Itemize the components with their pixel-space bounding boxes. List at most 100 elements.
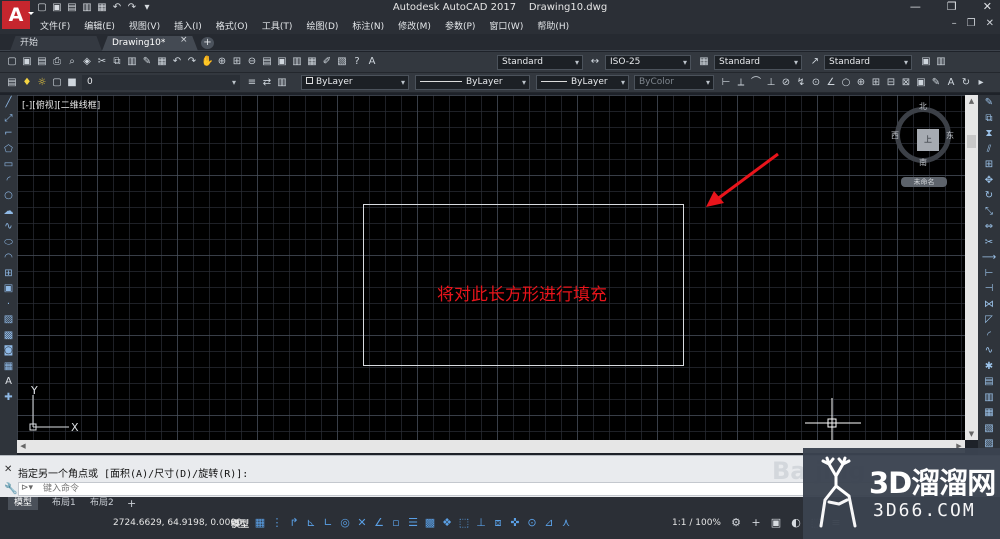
- wcs-menu-button[interactable]: 未命名: [901, 177, 947, 187]
- aligned-dim-icon[interactable]: ⟂: [735, 77, 747, 89]
- calculator-icon[interactable]: ▧: [336, 56, 348, 68]
- pan-icon[interactable]: ✋: [201, 56, 213, 68]
- dynamic-input-icon[interactable]: ⊾: [305, 516, 317, 530]
- layer-state-icon[interactable]: ▥: [276, 77, 288, 89]
- linetype-dropdown[interactable]: ByLayer ▾: [415, 75, 530, 90]
- 3d-osnap-icon[interactable]: ⬚: [458, 516, 470, 530]
- compass-south[interactable]: 南: [919, 157, 927, 168]
- edit-hatch-icon[interactable]: ▧: [978, 421, 1000, 437]
- text-style-icon[interactable]: A: [366, 56, 378, 68]
- new-icon[interactable]: ▢: [6, 56, 18, 68]
- lineweight-icon[interactable]: ☰: [407, 516, 419, 530]
- menu-format[interactable]: 格式(O): [216, 19, 248, 32]
- erase-icon[interactable]: ✎: [978, 95, 1000, 111]
- vertical-scroll-thumb[interactable]: [967, 135, 976, 148]
- annotation-scale-icon[interactable]: ⋏: [560, 516, 572, 530]
- paste-icon[interactable]: ▥: [126, 56, 138, 68]
- multiline-text-icon[interactable]: A: [0, 374, 17, 390]
- explode-icon[interactable]: ✱: [978, 359, 1000, 375]
- table-icon[interactable]: ▦: [0, 359, 17, 375]
- zoom-window-icon[interactable]: ⊞: [231, 56, 243, 68]
- isolate-icon[interactable]: ◐: [790, 516, 802, 530]
- tolerance-icon[interactable]: ▣: [915, 77, 927, 89]
- extend-icon[interactable]: ⟶: [978, 250, 1000, 266]
- menu-window[interactable]: 窗口(W): [489, 19, 523, 32]
- tab-model[interactable]: 模型: [8, 497, 39, 510]
- markup-icon[interactable]: ✐: [321, 56, 333, 68]
- move-icon[interactable]: ✥: [978, 173, 1000, 189]
- menu-edit[interactable]: 编辑(E): [84, 19, 115, 32]
- grid-icon[interactable]: ▦: [254, 516, 266, 530]
- lineweight-dropdown[interactable]: ByLayer ▾: [536, 75, 629, 90]
- blend-icon[interactable]: ∿: [978, 343, 1000, 359]
- offset-icon[interactable]: ⫽: [978, 142, 1000, 158]
- match-properties-icon[interactable]: ✎: [141, 56, 153, 68]
- ordinate-icon[interactable]: ⊥: [765, 77, 777, 89]
- tab-start[interactable]: 开始: [10, 36, 102, 51]
- menu-modify[interactable]: 修改(M): [398, 19, 431, 32]
- jogged-icon[interactable]: ↯: [795, 77, 807, 89]
- viewcube[interactable]: 上: [895, 107, 951, 163]
- circle-icon[interactable]: ○: [0, 188, 17, 204]
- lightbulb-icon[interactable]: ♦: [21, 77, 33, 89]
- undo-icon[interactable]: ↶: [171, 56, 183, 68]
- tool-palettes-icon[interactable]: ▥: [291, 56, 303, 68]
- break-at-point-icon[interactable]: ⊢: [978, 266, 1000, 282]
- plot-style-dropdown[interactable]: ByColor ▾: [634, 75, 714, 90]
- scale-icon[interactable]: ⤡: [978, 204, 1000, 220]
- vertical-scrollbar[interactable]: ▲ ▼: [965, 95, 978, 440]
- trim-icon[interactable]: ✂: [978, 235, 1000, 251]
- add-layout-button[interactable]: +: [127, 497, 136, 510]
- plot-icon[interactable]: ⎙: [51, 56, 63, 68]
- viewport-controls[interactable]: [-][俯视][二维线框]: [22, 98, 100, 111]
- zoom-previous-icon[interactable]: ⊖: [246, 56, 258, 68]
- insert-block-icon[interactable]: ⊞: [0, 266, 17, 282]
- gizmo-icon[interactable]: ✜: [509, 516, 521, 530]
- doc-minimize-icon[interactable]: –: [952, 18, 957, 29]
- dim-update-icon[interactable]: ↻: [960, 77, 972, 89]
- array-icon[interactable]: ⊞: [978, 157, 1000, 173]
- edit-spline-icon[interactable]: ▦: [978, 405, 1000, 421]
- line-icon[interactable]: ╱: [0, 95, 17, 111]
- menu-tools[interactable]: 工具(T): [262, 19, 293, 32]
- infer-constraints-icon[interactable]: ↱: [288, 516, 300, 530]
- doc-restore-icon[interactable]: ❐: [967, 18, 976, 29]
- copy-icon[interactable]: ⧉: [111, 56, 123, 68]
- radius-icon[interactable]: ⊘: [780, 77, 792, 89]
- arc-icon[interactable]: ◜: [0, 173, 17, 189]
- model-space-button[interactable]: 模型: [231, 517, 249, 530]
- region-icon[interactable]: ◙: [0, 343, 17, 359]
- redo-icon[interactable]: ↷: [186, 56, 198, 68]
- design-center-icon[interactable]: ▣: [276, 56, 288, 68]
- zoom-realtime-icon[interactable]: ⊕: [216, 56, 228, 68]
- workspace-gear-icon[interactable]: ⚙: [730, 516, 742, 530]
- layer-dropdown[interactable]: 0 ▾: [82, 75, 240, 90]
- menu-file[interactable]: 文件(F): [40, 19, 70, 32]
- properties-icon[interactable]: ▤: [261, 56, 273, 68]
- compass-north[interactable]: 北: [919, 101, 927, 112]
- color-dropdown[interactable]: ByLayer ▾: [301, 75, 409, 90]
- transparency-icon[interactable]: ▩: [424, 516, 436, 530]
- polar-tracking-icon[interactable]: ◎: [339, 516, 351, 530]
- table-style-icon[interactable]: ▦: [698, 56, 710, 68]
- copy-object-icon[interactable]: ⧉: [978, 111, 1000, 127]
- preview-icon[interactable]: ⌕: [66, 56, 78, 68]
- table-style-dropdown[interactable]: Standard ▾: [714, 55, 802, 70]
- compass-west[interactable]: 西: [891, 130, 899, 141]
- point-icon[interactable]: ·: [0, 297, 17, 313]
- minimize-icon[interactable]: —: [910, 0, 921, 13]
- object-snap-tracking-icon[interactable]: ∠: [373, 516, 385, 530]
- fillet-icon[interactable]: ◜: [978, 328, 1000, 344]
- menu-dimension[interactable]: 标注(N): [352, 19, 384, 32]
- new-tab-button[interactable]: +: [201, 37, 214, 49]
- ortho-icon[interactable]: ∟: [322, 516, 334, 530]
- annotation-visibility-icon[interactable]: ⊙: [526, 516, 538, 530]
- tab-layout2[interactable]: 布局2: [84, 497, 120, 510]
- viewcube-top-face[interactable]: 上: [917, 129, 939, 151]
- tab-close-icon[interactable]: ×: [180, 35, 188, 45]
- linear-dim-icon[interactable]: ⊢: [720, 77, 732, 89]
- selection-filter-icon[interactable]: ⧈: [492, 516, 504, 530]
- chamfer-icon[interactable]: ◸: [978, 312, 1000, 328]
- add-selected-icon[interactable]: ✚: [0, 390, 17, 406]
- break-icon[interactable]: ⊣: [978, 281, 1000, 297]
